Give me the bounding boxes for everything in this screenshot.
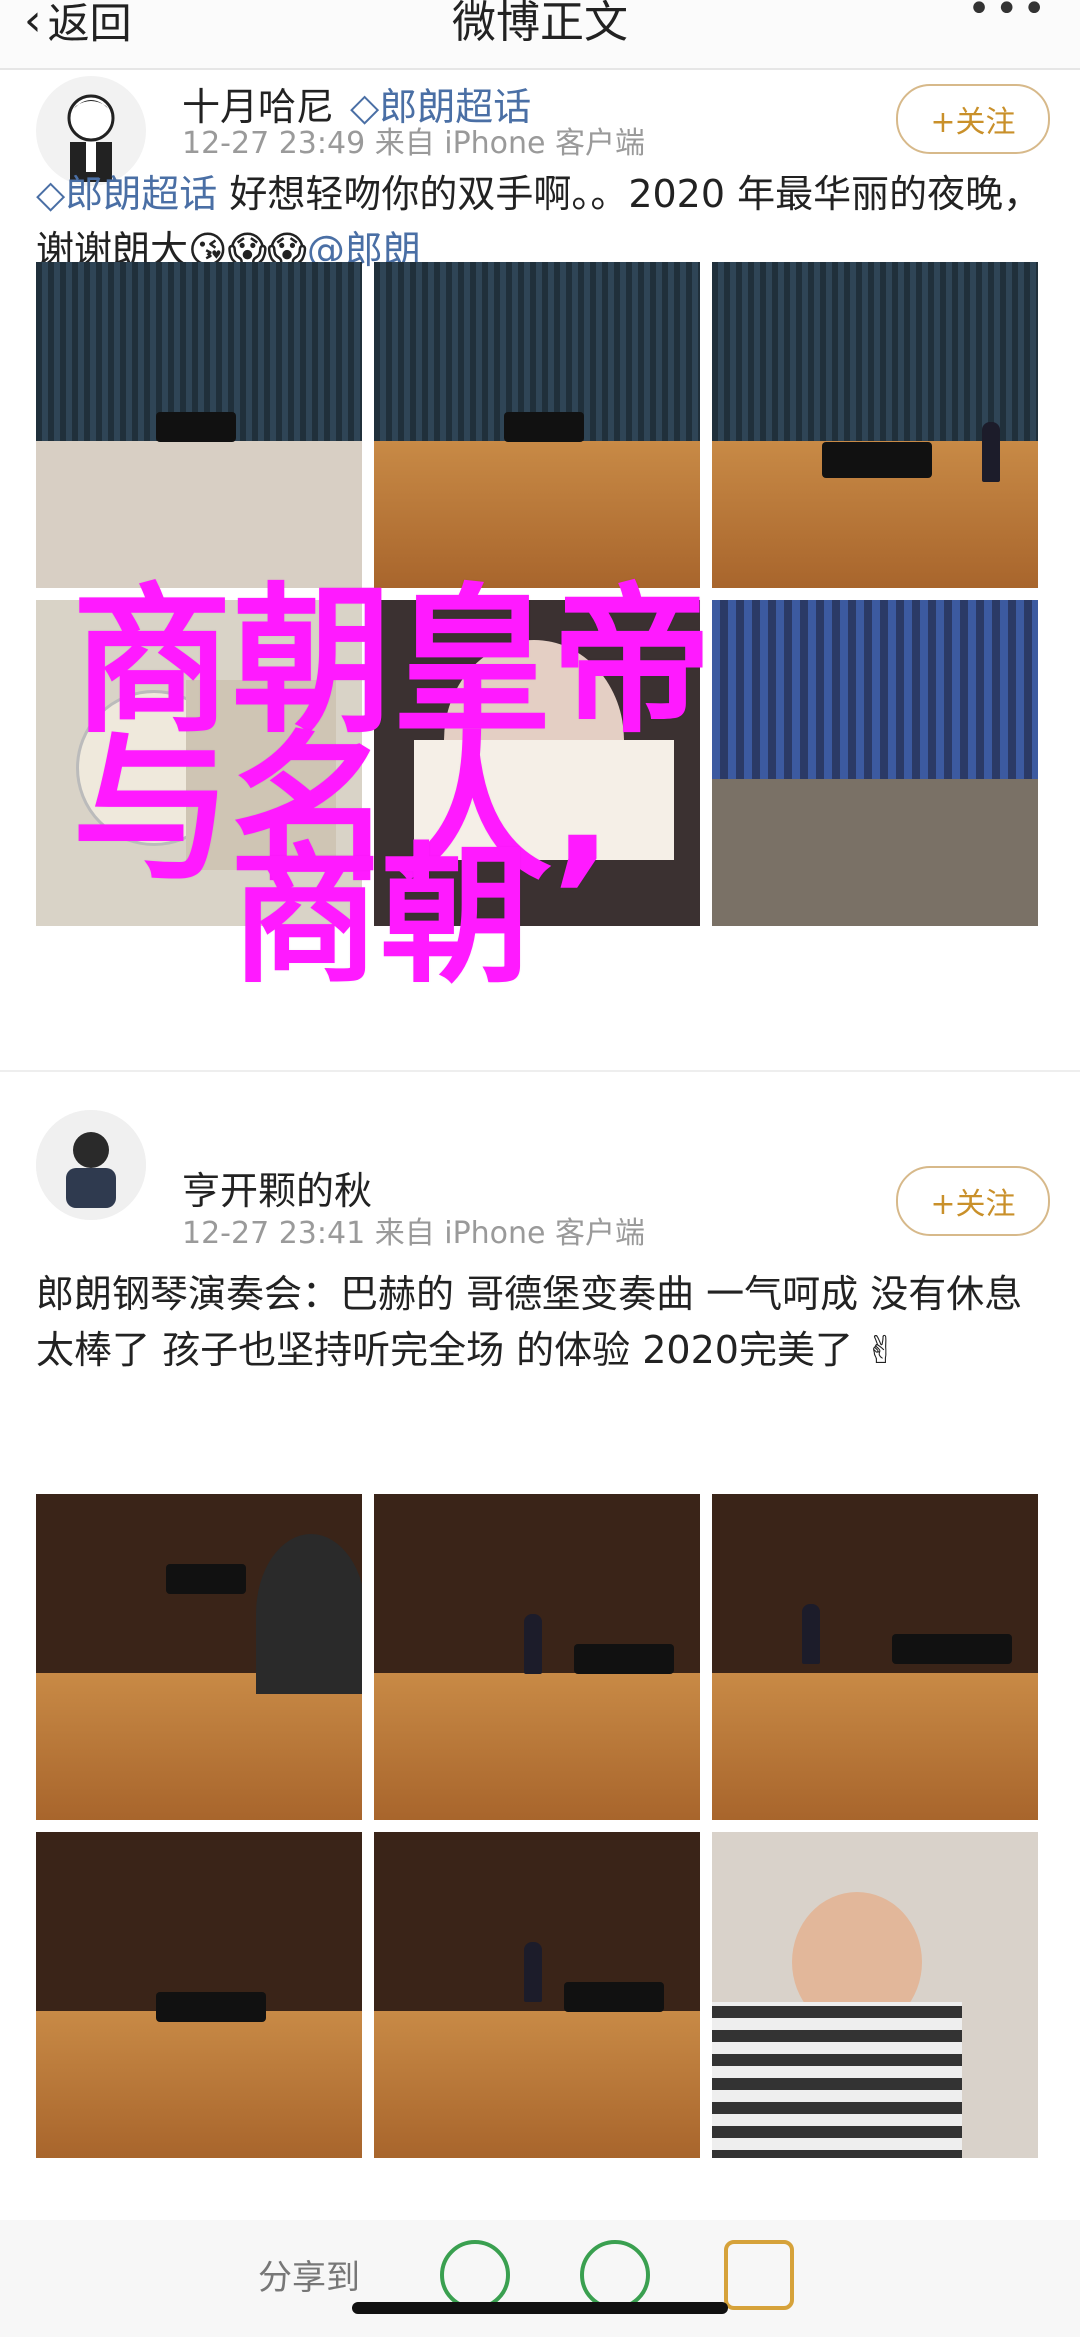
post-meta: 12-27 23:49 来自 iPhone 客户端: [182, 126, 646, 161]
overlay-line-3: 商朝: [230, 830, 531, 1004]
photo-3[interactable]: [712, 262, 1038, 588]
username[interactable]: 亨开颗的秋: [182, 1160, 372, 1215]
divider: [0, 1070, 1080, 1072]
emoji: ✌: [865, 1328, 897, 1372]
post-text: 郎朗钢琴演奏会：巴赫的 哥德堡变奏曲 一气呵成 没有休息 太棒了 孩子也坚持听完…: [36, 1272, 1023, 1372]
post-2: 亨开颗的秋 12-27 23:41 来自 iPhone 客户端 +关注 郎朗钢琴…: [0, 1080, 1080, 2210]
page-title: 微博正文: [452, 0, 628, 48]
photo-1[interactable]: [36, 262, 362, 588]
share-bar: 分享到: [0, 2220, 1080, 2337]
follow-button[interactable]: +关注: [896, 84, 1050, 154]
avatar[interactable]: [36, 1110, 146, 1220]
photo-2[interactable]: [374, 262, 700, 588]
more-menu-icon[interactable]: •••: [967, 0, 1050, 32]
post-meta: 12-27 23:41 来自 iPhone 客户端: [182, 1216, 646, 1251]
photo-3[interactable]: [712, 1494, 1038, 1820]
wechat-icon[interactable]: [440, 2240, 510, 2310]
photo-5[interactable]: [374, 1832, 700, 2158]
top-bar: ‹ 返回 微博正文 •••: [0, 0, 1080, 70]
follow-button[interactable]: +关注: [896, 1166, 1050, 1236]
save-image-icon[interactable]: [724, 2240, 794, 2310]
photo-1[interactable]: [36, 1494, 362, 1820]
image-grid: [36, 1494, 1038, 2158]
moments-icon[interactable]: [580, 2240, 650, 2310]
photo-4[interactable]: [36, 1832, 362, 2158]
photo-2[interactable]: [374, 1494, 700, 1820]
photo-6[interactable]: [712, 1832, 1038, 2158]
share-label: 分享到: [258, 2258, 360, 2298]
photo-6[interactable]: [712, 600, 1038, 926]
topic-link[interactable]: ◇郎朗超话: [36, 172, 217, 216]
home-indicator: [352, 2302, 728, 2314]
